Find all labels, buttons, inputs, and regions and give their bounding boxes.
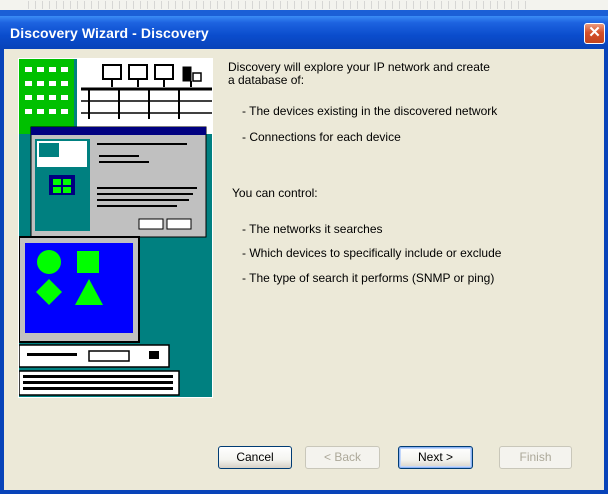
title-bar[interactable]: Discovery Wizard - Discovery ✕	[0, 16, 608, 49]
ruler-ticks	[28, 1, 528, 9]
intro-line-1: Discovery will explore your IP network a…	[228, 60, 490, 74]
cancel-button[interactable]: Cancel	[218, 446, 292, 469]
top-strip	[0, 0, 608, 16]
window-border-right	[604, 49, 608, 494]
window-border-bottom	[0, 490, 608, 494]
monitor-shapes-icon	[19, 236, 140, 343]
bullet-search-type: - The type of search it performs (SNMP o…	[242, 271, 495, 285]
next-button[interactable]: Next >	[398, 446, 473, 469]
bullet-devices: - The devices existing in the discovered…	[242, 104, 498, 118]
bullet-connections: - Connections for each device	[242, 130, 401, 144]
wizard-illustration	[18, 58, 213, 398]
wizard-screenshot-icon	[30, 126, 207, 238]
bullet-include-exclude: - Which devices to specifically include …	[242, 246, 502, 260]
control-heading: You can control:	[232, 186, 318, 200]
window-border-left	[0, 49, 4, 494]
window-title: Discovery Wizard - Discovery	[10, 25, 209, 41]
back-button[interactable]: < Back	[305, 446, 380, 469]
bullet-networks: - The networks it searches	[242, 222, 383, 236]
finish-button[interactable]: Finish	[499, 446, 572, 469]
network-computers-icon	[19, 59, 212, 397]
close-button[interactable]: ✕	[584, 23, 605, 44]
intro-line-2: a database of:	[228, 73, 305, 87]
close-icon: ✕	[588, 24, 601, 41]
